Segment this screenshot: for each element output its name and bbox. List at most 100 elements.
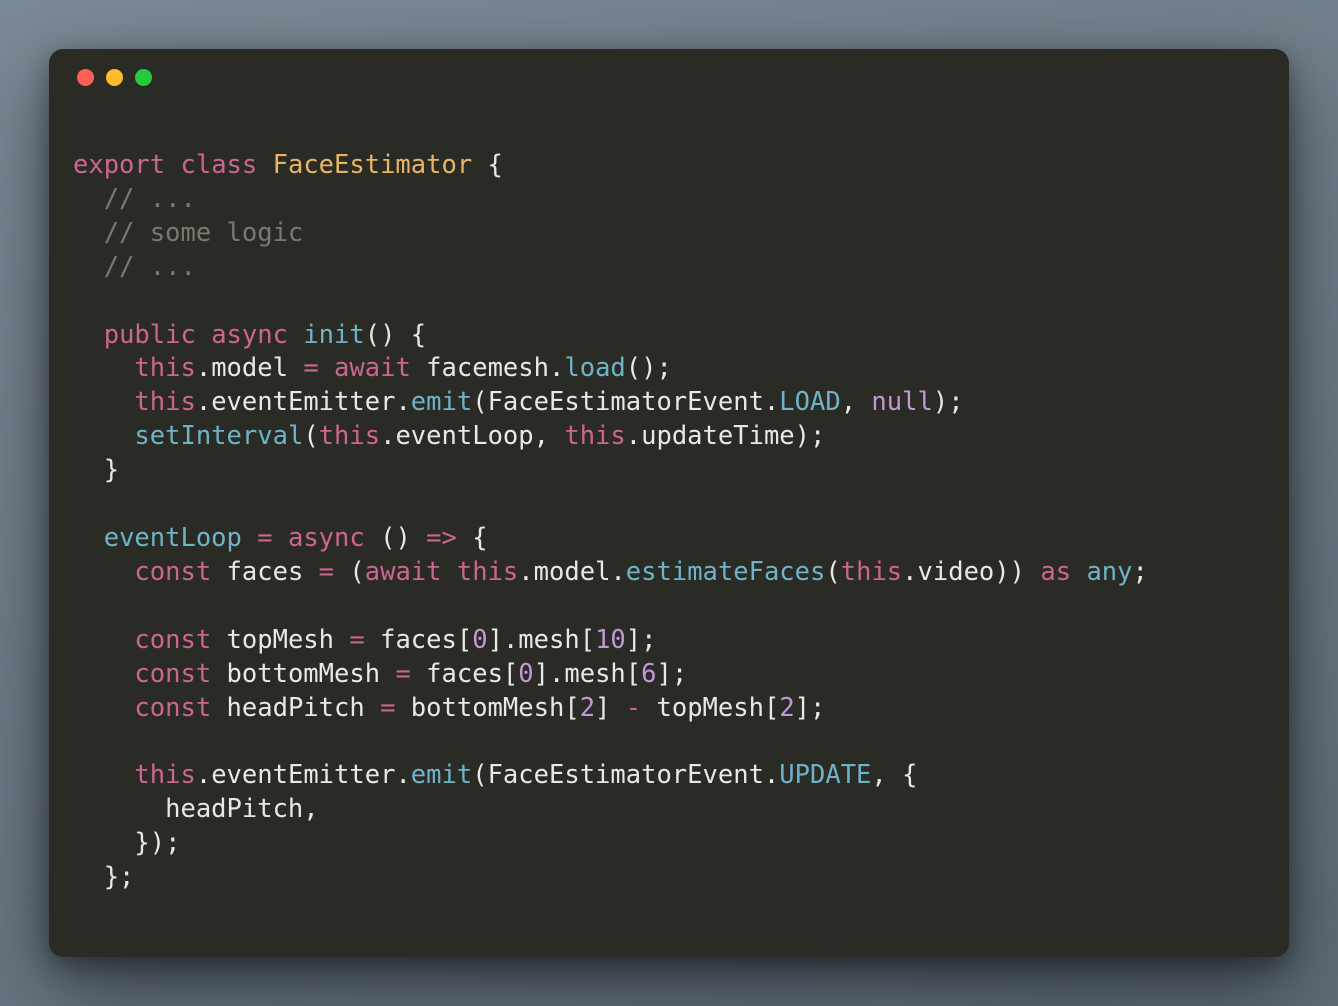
code-token: [ — [764, 693, 779, 723]
code-token: (); — [626, 353, 672, 383]
code-token: 10 — [595, 625, 626, 655]
code-token — [1025, 557, 1040, 587]
code-token: ] — [534, 659, 549, 689]
code-token: public — [104, 320, 196, 350]
code-token: const — [134, 557, 211, 587]
code-token — [610, 693, 625, 723]
code-token: UPDATE — [779, 760, 871, 790]
code-token: . — [196, 760, 211, 790]
code-window: export class FaceEstimator { // ... // s… — [49, 49, 1289, 957]
code-token — [211, 659, 226, 689]
code-token: = — [319, 557, 334, 587]
code-token: faces — [380, 625, 457, 655]
code-token: emit — [411, 760, 472, 790]
code-token: this — [319, 421, 380, 451]
code-token: async — [211, 320, 288, 350]
code-token: = — [395, 659, 410, 689]
code-token: eventEmitter — [211, 387, 395, 417]
close-icon[interactable] — [77, 69, 94, 86]
code-token: . — [196, 353, 211, 383]
code-token — [1071, 557, 1086, 587]
code-token — [73, 421, 134, 451]
code-token — [411, 523, 426, 553]
code-token — [211, 625, 226, 655]
code-content: export class FaceEstimator { // ... // s… — [49, 105, 1289, 957]
code-token: // ... — [73, 252, 196, 282]
code-token — [395, 693, 410, 723]
code-token — [411, 659, 426, 689]
code-token: ]; — [626, 625, 657, 655]
code-token: [ — [503, 659, 518, 689]
code-token: mesh — [564, 659, 625, 689]
code-token: load — [564, 353, 625, 383]
code-token: LOAD — [779, 387, 840, 417]
code-token: this — [564, 421, 625, 451]
maximize-icon[interactable] — [135, 69, 152, 86]
code-token: - — [626, 693, 641, 723]
code-token: bottomMesh — [411, 693, 565, 723]
code-token — [365, 625, 380, 655]
code-token: [ — [580, 625, 595, 655]
code-token: . — [902, 557, 917, 587]
code-token: this — [134, 760, 195, 790]
code-token: model — [534, 557, 611, 587]
code-token: class — [180, 150, 257, 180]
code-token: estimateFaces — [626, 557, 826, 587]
code-token — [73, 557, 134, 587]
code-token — [319, 353, 334, 383]
code-token: FaceEstimatorEvent — [488, 760, 764, 790]
code-token — [211, 557, 226, 587]
code-token: { — [472, 150, 503, 180]
code-token: ]; — [657, 659, 688, 689]
code-token — [303, 557, 318, 587]
code-token — [242, 523, 257, 553]
code-token: facemesh — [426, 353, 549, 383]
code-token: // some logic — [73, 218, 303, 248]
code-token: ]; — [795, 693, 826, 723]
code-token: . — [626, 421, 641, 451]
code-token: any — [1086, 557, 1132, 587]
code-token: model — [211, 353, 288, 383]
code-token: eventEmitter — [211, 760, 395, 790]
code-token: async — [288, 523, 365, 553]
code-token: . — [380, 421, 395, 451]
code-token: . — [395, 760, 410, 790]
code-token: const — [134, 659, 211, 689]
code-token — [442, 557, 457, 587]
code-token: . — [196, 387, 211, 417]
code-token: const — [134, 625, 211, 655]
code-token: . — [764, 387, 779, 417]
code-token: faces — [227, 557, 304, 587]
code-token: setInterval — [134, 421, 303, 451]
code-token: = — [257, 523, 272, 553]
code-token: ( — [303, 421, 318, 451]
code-token: eventLoop — [395, 421, 533, 451]
code-token: mesh — [518, 625, 579, 655]
code-token — [73, 387, 134, 417]
window-titlebar — [49, 49, 1289, 105]
code-token: 0 — [472, 625, 487, 655]
code-token: FaceEstimatorEvent — [488, 387, 764, 417]
code-token: () { — [365, 320, 426, 350]
code-token: ( — [472, 760, 487, 790]
code-token — [411, 353, 426, 383]
code-token: ; — [1133, 557, 1148, 587]
code-token: . — [549, 659, 564, 689]
code-token: [ — [564, 693, 579, 723]
code-token: 6 — [641, 659, 656, 689]
code-token — [288, 353, 303, 383]
code-token: } — [73, 455, 119, 485]
code-token: headPitch — [227, 693, 365, 723]
code-token: . — [503, 625, 518, 655]
code-token — [273, 523, 288, 553]
code-token: 0 — [518, 659, 533, 689]
code-token: = — [349, 625, 364, 655]
minimize-icon[interactable] — [106, 69, 123, 86]
code-token: [ — [457, 625, 472, 655]
code-token: this — [841, 557, 902, 587]
code-token: 2 — [580, 693, 595, 723]
code-token: = — [303, 353, 318, 383]
code-token — [380, 659, 395, 689]
code-token — [73, 320, 104, 350]
code-token: this — [134, 387, 195, 417]
